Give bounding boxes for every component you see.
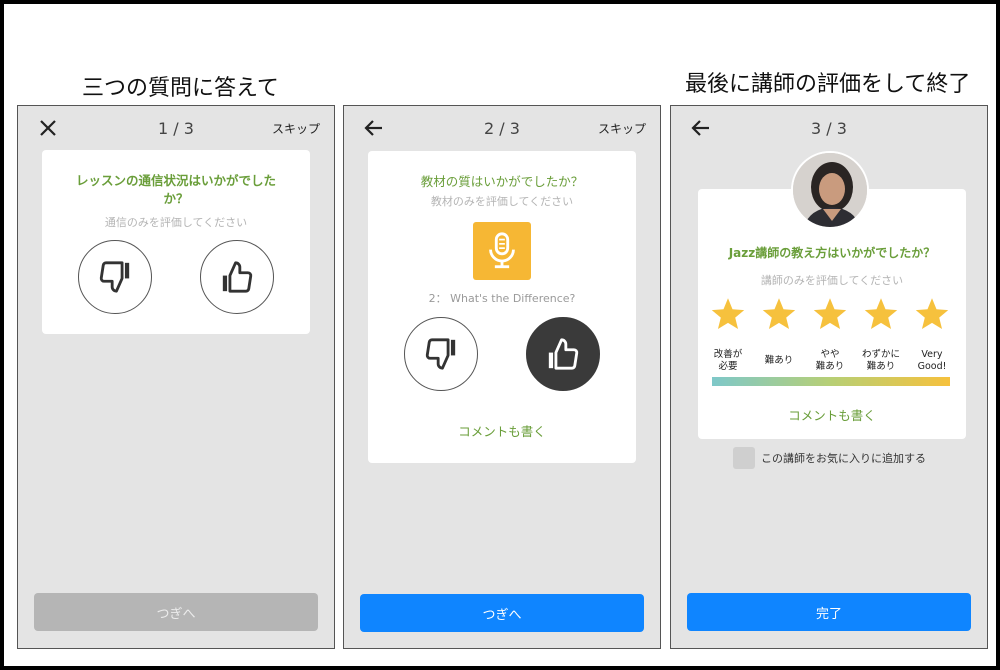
top-bar: 2 / 3 スキップ — [344, 106, 660, 150]
thumbs-down-button[interactable] — [78, 240, 152, 314]
next-button[interactable]: つぎへ — [34, 593, 318, 631]
next-button[interactable]: つぎへ — [360, 594, 644, 632]
question-card: レッスンの通信状況はいかがでしたか？ 通信のみを評価してください — [42, 150, 310, 334]
thumbs-up-button-selected[interactable] — [526, 317, 600, 391]
microphone-icon — [489, 232, 515, 269]
question-subtitle: 講師のみを評価してください — [760, 274, 904, 287]
star-icon-3[interactable] — [812, 296, 848, 332]
screen-step-3: 3 / 3 Jazz講師の教え方はいかがでしたか？ 講師のみを評価してください … — [670, 105, 988, 649]
star-icon-4[interactable] — [863, 296, 899, 332]
rating-scale-bar — [712, 377, 950, 386]
star-icon-5[interactable] — [914, 296, 950, 332]
star-label-4: わずかに 難あり — [861, 349, 900, 372]
screen-step-1: 1 / 3 スキップ レッスンの通信状況はいかがでしたか？ 通信のみを評価してく… — [17, 105, 335, 649]
star-icon-1[interactable] — [710, 296, 746, 332]
question-card: 教材の質はいかがでしたか？ 教材のみを評価してください 2： What's th… — [368, 151, 636, 463]
star-label-3: やや 難あり — [815, 349, 845, 372]
thumbs-down-icon — [99, 261, 130, 293]
done-button[interactable]: 完了 — [687, 593, 971, 631]
thumbs-down-button[interactable] — [404, 317, 478, 391]
material-title: 2： What's the Difference? — [428, 292, 576, 305]
skip-button[interactable]: スキップ — [598, 120, 646, 137]
thumbs-up-icon — [222, 261, 253, 293]
star-rating — [710, 296, 954, 332]
top-bar: 3 / 3 — [671, 106, 987, 150]
caption-right: 最後に講師の評価をして終了 — [685, 72, 971, 97]
screen-step-2: 2 / 3 スキップ 教材の質はいかがでしたか？ 教材のみを評価してください 2… — [343, 105, 661, 649]
favorite-label: この講師をお気に入りに追加する — [761, 452, 926, 465]
teacher-avatar — [791, 151, 869, 229]
skip-button[interactable]: スキップ — [272, 120, 320, 137]
star-icon-2[interactable] — [761, 296, 797, 332]
star-label-2: 難あり — [764, 355, 794, 366]
caption-left: 三つの質問に答えて — [82, 76, 279, 101]
thumbs-down-icon — [425, 338, 456, 370]
thumbs-up-icon — [548, 338, 579, 370]
write-comment-link[interactable]: コメントも書く — [698, 405, 966, 424]
progress-indicator: 3 / 3 — [811, 119, 847, 138]
write-comment-link[interactable]: コメントも書く — [368, 421, 636, 440]
favorite-checkbox[interactable] — [733, 447, 755, 469]
question-title: レッスンの通信状況はいかがでしたか？ — [75, 173, 276, 206]
question-subtitle: 教材のみを評価してください — [430, 195, 574, 208]
thumbs-up-button[interactable] — [200, 240, 274, 314]
question-title: 教材の質はいかがでしたか？ — [420, 174, 584, 189]
star-label-1: 改善が 必要 — [713, 349, 743, 372]
question-subtitle: 通信のみを評価してください — [104, 216, 248, 229]
star-label-5: Very Good! — [917, 349, 947, 372]
favorite-toggle[interactable]: この講師をお気に入りに追加する — [733, 446, 926, 470]
material-thumbnail — [473, 222, 531, 280]
top-bar: 1 / 3 スキップ — [18, 106, 334, 150]
screenshot-frame: 三つの質問に答えて 最後に講師の評価をして終了 1 / 3 スキップ レッスンの… — [0, 0, 1000, 670]
